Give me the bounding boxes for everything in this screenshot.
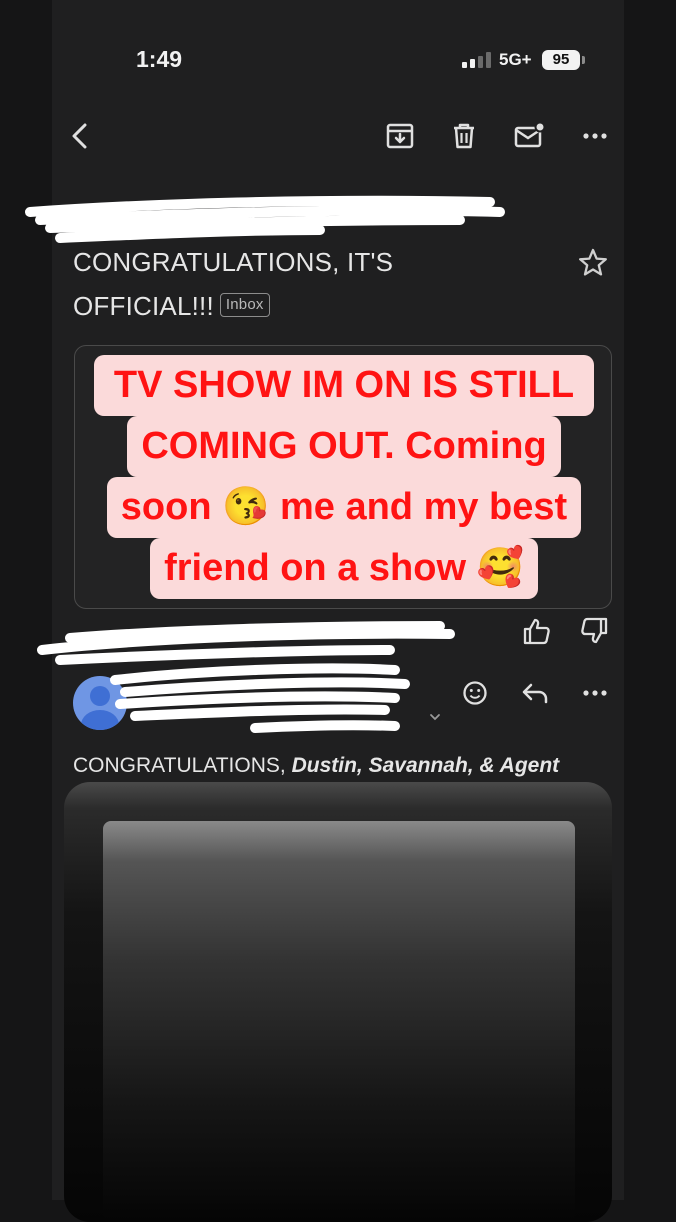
chevron-left-icon <box>72 123 87 149</box>
thumbs-up-button[interactable] <box>519 614 553 648</box>
more-horizontal-icon <box>583 133 607 139</box>
trash-icon <box>454 123 474 149</box>
delete-button[interactable] <box>446 118 482 154</box>
star-button[interactable] <box>576 246 610 280</box>
smiley-icon <box>463 681 487 705</box>
overlay-line-3: soon 😘 me and my best <box>106 477 582 538</box>
overlay-line-2: COMING OUT. Coming <box>127 416 561 477</box>
status-time: 1:49 <box>136 46 183 72</box>
email-subject: CONGRATULATIONS, IT'S OFFICIAL!!! Inbox <box>73 240 493 328</box>
subject-line-1: CONGRATULATIONS, IT'S <box>73 247 394 277</box>
inbox-label-badge[interactable]: Inbox <box>219 293 270 318</box>
subject-line-2-text: OFFICIAL!!! <box>73 291 214 321</box>
sender-redaction-scribble <box>110 663 410 733</box>
battery-indicator: 95 <box>542 50 580 70</box>
archive-button[interactable] <box>382 118 418 154</box>
reply-button[interactable] <box>517 675 553 711</box>
back-button[interactable] <box>62 118 98 154</box>
mark-unread-button[interactable] <box>511 118 547 154</box>
overlay-line-4: friend on a show 🥰 <box>150 538 538 599</box>
battery-nub <box>582 56 585 64</box>
star-icon <box>579 248 607 276</box>
more-horizontal-icon <box>583 690 607 696</box>
signal-icon <box>462 52 492 68</box>
email-image-content <box>103 821 575 1221</box>
network-label: 5G+ <box>499 50 532 69</box>
more-options-button[interactable] <box>577 118 613 154</box>
greeting-names: Dustin, Savannah, & Agent <box>291 754 560 777</box>
thumbs-up-icon <box>523 618 550 645</box>
sender-details-toggle[interactable] <box>428 710 442 724</box>
thumbs-down-button[interactable] <box>578 614 612 648</box>
thumbs-down-icon <box>581 617 608 644</box>
archive-icon <box>386 123 414 149</box>
overlay-line-1: TV SHOW IM ON IS STILL <box>93 355 595 416</box>
subject-line-2: OFFICIAL!!! Inbox <box>73 284 493 328</box>
email-body-greeting: CONGRATULATIONS, Dustin, Savannah, & Age… <box>73 754 559 778</box>
emoji-reaction-button[interactable] <box>457 675 493 711</box>
greeting-prefix: CONGRATULATIONS, <box>73 754 286 777</box>
overlay-caption: TV SHOW IM ON IS STILL COMING OUT. Comin… <box>50 355 638 599</box>
reply-icon <box>522 683 548 704</box>
chevron-down-icon <box>430 714 440 721</box>
mail-unread-icon <box>514 121 546 148</box>
message-more-button[interactable] <box>577 675 613 711</box>
